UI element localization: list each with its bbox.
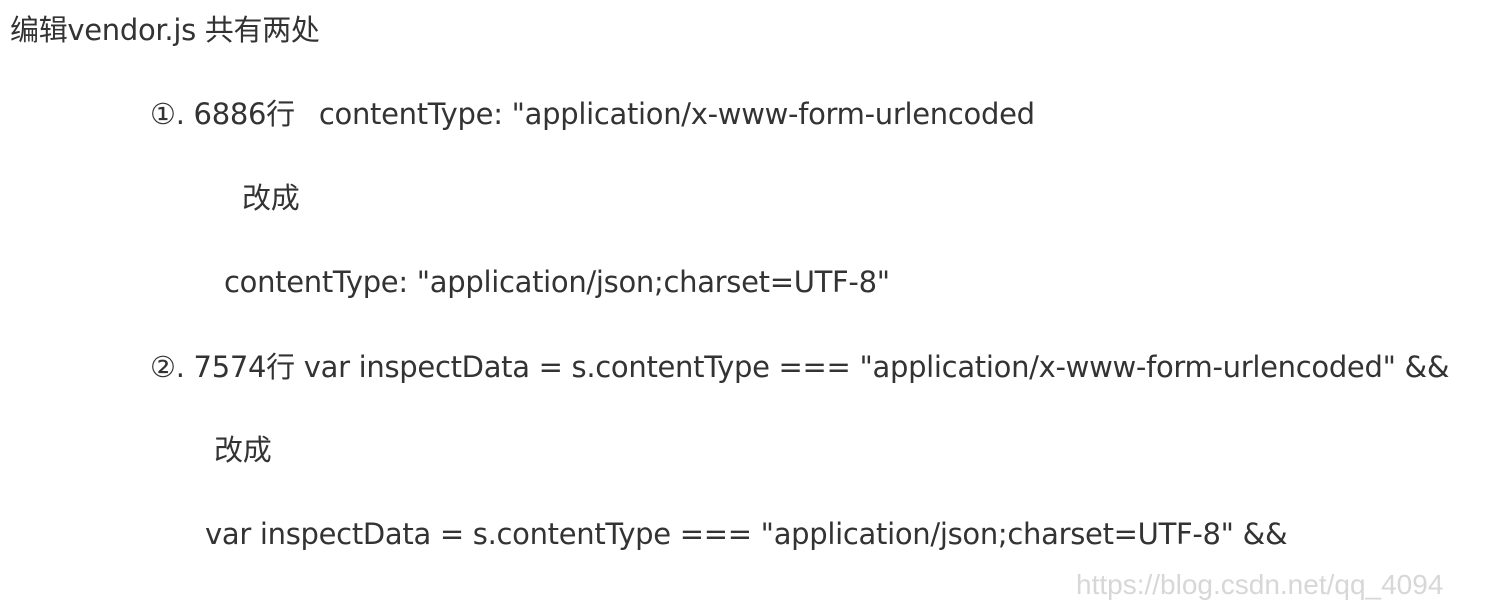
step-2-marker: ②. — [150, 350, 185, 384]
step-1-change-word: 改成 — [242, 181, 300, 215]
step-1-line-label: 6886行 — [193, 97, 296, 131]
step-2-original-code: var inspectData = s.contentType === "app… — [303, 350, 1450, 384]
step-2-line-label: 7574行 — [193, 350, 296, 384]
step-2-change-word: 改成 — [214, 433, 272, 467]
step-1-heading: ①. 6886行 contentType: "application/x-www-… — [150, 96, 1035, 132]
document-title: 编辑vendor.js 共有两处 — [10, 13, 320, 47]
step-1-original-code: contentType: "application/x-www-form-url… — [318, 97, 1035, 131]
blog-watermark: https://blog.csdn.net/qq_4094 — [1076, 569, 1444, 600]
step-1-replacement-code: contentType: "application/json;charset=U… — [224, 265, 890, 299]
step-2-replacement-code: var inspectData = s.contentType === "app… — [205, 517, 1288, 551]
step-2-heading: ②. 7574行 var inspectData = s.contentType… — [150, 349, 1449, 385]
step-1-marker: ①. — [150, 97, 185, 131]
